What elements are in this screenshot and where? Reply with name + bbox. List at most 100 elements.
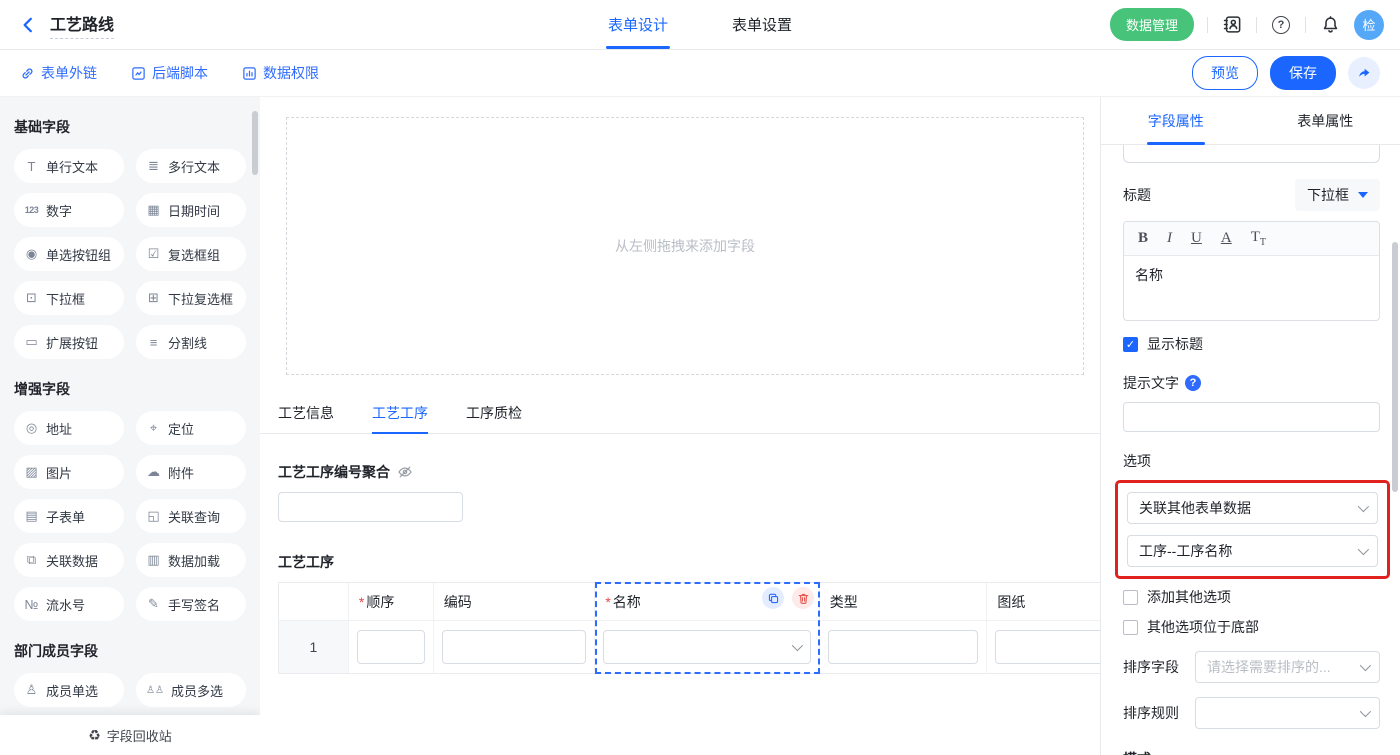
- field-label: 子表单: [46, 507, 85, 526]
- field-label: 数据加载: [168, 551, 220, 570]
- user-avatar[interactable]: 检: [1354, 10, 1384, 40]
- sidebar-scrollbar[interactable]: [252, 111, 258, 175]
- field-label: 关联查询: [168, 507, 220, 526]
- drop-zone[interactable]: 从左侧拖拽来添加字段: [286, 117, 1084, 375]
- column-header-type[interactable]: 类型: [820, 583, 988, 621]
- preview-button[interactable]: 预览: [1192, 56, 1258, 90]
- drawing-input[interactable]: [995, 630, 1100, 664]
- font-size-button[interactable]: TT: [1251, 229, 1266, 248]
- sidebar-field-signature[interactable]: ✎手写签名: [136, 587, 246, 621]
- underline-button[interactable]: U: [1191, 230, 1202, 247]
- field-recycle-bin[interactable]: ♻ 字段回收站: [0, 715, 260, 755]
- add-other-option-row[interactable]: 添加其他选项: [1123, 587, 1380, 607]
- sidebar-field-multi-select[interactable]: ⊞下拉复选框: [136, 281, 246, 315]
- eye-off-icon: [397, 464, 413, 480]
- back-chevron-icon: [19, 16, 37, 34]
- aggregate-field-input[interactable]: [278, 492, 463, 522]
- sidebar-field-checkbox-group[interactable]: ☑复选框组: [136, 237, 246, 271]
- field-type-select[interactable]: 下拉框: [1295, 179, 1380, 211]
- sidebar-field-extend-button[interactable]: ▭扩展按钮: [14, 325, 124, 359]
- font-color-button[interactable]: A: [1221, 230, 1232, 247]
- column-header-drawing[interactable]: 图纸: [987, 583, 1100, 621]
- tab-process-steps[interactable]: 工艺工序: [372, 403, 428, 433]
- sidebar-field-member-single[interactable]: ♙成员单选: [14, 673, 124, 707]
- save-button[interactable]: 保存: [1270, 56, 1336, 90]
- field-label: 下拉复选框: [168, 289, 233, 308]
- code-input[interactable]: [442, 630, 587, 664]
- show-title-checkbox-row[interactable]: ✓ 显示标题: [1123, 334, 1380, 354]
- button-icon: ▭: [24, 334, 39, 350]
- field-label: 附件: [168, 463, 194, 482]
- tab-form-settings[interactable]: 表单设置: [732, 0, 792, 49]
- delete-column-button[interactable]: [792, 587, 814, 609]
- data-manage-button[interactable]: 数据管理: [1110, 8, 1194, 41]
- form-external-link[interactable]: 表单外链: [20, 63, 97, 83]
- link-icon: [20, 66, 35, 81]
- column-header-code[interactable]: 编码: [434, 583, 596, 621]
- tab-label: 工序质检: [466, 405, 522, 421]
- tab-step-inspection[interactable]: 工序质检: [466, 403, 522, 433]
- hint-input[interactable]: [1123, 402, 1380, 432]
- sidebar-field-multi-line-text[interactable]: ≣多行文本: [136, 149, 246, 183]
- sidebar-field-member-multi[interactable]: ♙♙成员多选: [136, 673, 246, 707]
- multi-line-text-icon: ≣: [146, 158, 161, 174]
- column-header-sequence[interactable]: *顺序: [349, 583, 434, 621]
- sidebar-field-address[interactable]: ◎地址: [14, 411, 124, 445]
- chevron-down-icon: [1360, 706, 1371, 717]
- column-label: 类型: [830, 592, 858, 612]
- backend-script-link[interactable]: 后端脚本: [131, 63, 208, 83]
- subtable-data-row: 1: [279, 621, 1100, 673]
- sidebar-field-data-load[interactable]: ▥ 数据加载: [136, 543, 246, 577]
- tab-process-info[interactable]: 工艺信息: [278, 403, 334, 433]
- single-line-text-icon: T: [24, 159, 39, 174]
- notification-bell-icon[interactable]: [1319, 14, 1341, 36]
- address-book-icon[interactable]: [1221, 14, 1243, 36]
- type-input[interactable]: [828, 630, 979, 664]
- sidebar-field-radio-group[interactable]: ◉单选按钮组: [14, 237, 124, 271]
- sidebar-field-single-line-text[interactable]: T单行文本: [14, 149, 124, 183]
- tab-field-properties[interactable]: 字段属性: [1101, 97, 1251, 144]
- panel-scrollbar[interactable]: [1392, 242, 1398, 492]
- sidebar-field-subform[interactable]: ▤子表单: [14, 499, 124, 533]
- data-permission-link[interactable]: 数据权限: [242, 63, 319, 83]
- add-other-label: 添加其他选项: [1147, 587, 1231, 607]
- option-source-select[interactable]: 关联其他表单数据: [1127, 492, 1378, 524]
- type-cell: [820, 621, 988, 673]
- sequence-input[interactable]: [357, 630, 425, 664]
- italic-button[interactable]: I: [1167, 230, 1172, 247]
- sidebar-field-attachment[interactable]: ☁附件: [136, 455, 246, 489]
- tab-form-properties[interactable]: 表单属性: [1251, 97, 1400, 144]
- page-title[interactable]: 工艺路线: [50, 11, 114, 39]
- radio-icon: ◉: [24, 246, 39, 262]
- sort-rule-select[interactable]: [1195, 697, 1380, 729]
- hint-help-icon[interactable]: ?: [1185, 375, 1201, 391]
- back-button[interactable]: [16, 13, 40, 37]
- sidebar-field-relation-query[interactable]: ◱关联查询: [136, 499, 246, 533]
- share-button[interactable]: [1348, 57, 1380, 89]
- sidebar-field-divider-line[interactable]: ≡分割线: [136, 325, 246, 359]
- tab-form-design[interactable]: 表单设计: [608, 0, 668, 49]
- sidebar-field-number[interactable]: 123数字: [14, 193, 124, 227]
- sort-field-select[interactable]: 请选择需要排序的...: [1195, 651, 1380, 683]
- title-editor-area[interactable]: 名称: [1124, 256, 1379, 320]
- sidebar-field-select[interactable]: ⊡下拉框: [14, 281, 124, 315]
- column-header-name[interactable]: *名称: [595, 583, 819, 621]
- help-icon[interactable]: ?: [1270, 14, 1292, 36]
- bar-chart-icon: ▥: [146, 552, 161, 568]
- option-field-select[interactable]: 工序--工序名称: [1127, 535, 1378, 567]
- sidebar-field-datetime[interactable]: ▦日期时间: [136, 193, 246, 227]
- sidebar-field-image[interactable]: ▨图片: [14, 455, 124, 489]
- toolbar-links: 表单外链 后端脚本 数据权限: [20, 63, 319, 83]
- sidebar-field-relation-data[interactable]: ⧉关联数据: [14, 543, 124, 577]
- title-rich-editor: B I U A TT 名称: [1123, 221, 1380, 321]
- copy-column-button[interactable]: [762, 587, 784, 609]
- checkbox-checked[interactable]: ✓: [1123, 337, 1138, 352]
- other-bottom-option-row[interactable]: 其他选项位于底部: [1123, 617, 1380, 637]
- bold-button[interactable]: B: [1138, 230, 1148, 247]
- clipped-input[interactable]: [1123, 145, 1380, 163]
- name-select[interactable]: [603, 630, 810, 664]
- sidebar-field-location[interactable]: ⌖定位: [136, 411, 246, 445]
- checkbox-unchecked[interactable]: [1123, 620, 1138, 635]
- checkbox-unchecked[interactable]: [1123, 590, 1138, 605]
- sidebar-field-serial-number[interactable]: №流水号: [14, 587, 124, 621]
